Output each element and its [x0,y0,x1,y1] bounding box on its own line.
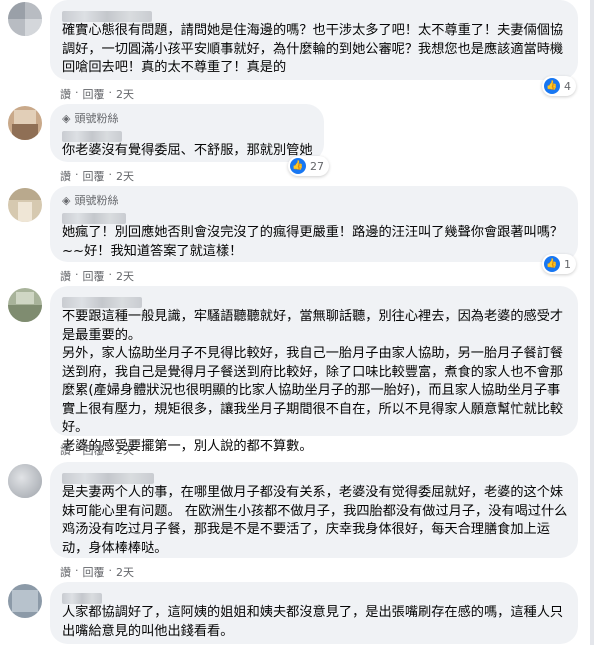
comment-bubble: ◈ 頭號粉絲 她瘋了！別回應她否則會沒完沒了的瘋得更嚴重！路邊的汪汪叫了幾聲你會… [50,186,578,262]
diamond-icon: ◈ [62,193,71,207]
timestamp[interactable]: 2天 [116,442,134,458]
separator: · [108,268,113,281]
timestamp[interactable]: 2天 [116,86,134,102]
reply-link[interactable]: 回覆 [83,268,105,284]
reply-link[interactable]: 回覆 [83,564,105,580]
like-link[interactable]: 讚 [60,168,71,184]
separator: · [108,442,113,455]
separator: · [75,564,79,577]
separator: · [75,168,79,181]
avatar[interactable] [8,2,42,36]
comment-text: 你老婆沒有覺得委屈、不舒服，那就別管她 [62,143,313,158]
commenter-name[interactable] [62,6,566,22]
commenter-name[interactable] [62,292,566,308]
top-fan-badge: ◈ 頭號粉絲 [62,193,119,208]
avatar[interactable] [8,188,42,222]
scrollbar-track[interactable] [590,0,594,645]
like-link[interactable]: 讚 [60,442,71,458]
separator: · [108,86,113,99]
comment-actions: 讚 · 回覆 · 2天 [60,564,134,580]
avatar[interactable] [8,288,42,322]
reply-link[interactable]: 回覆 [83,86,105,102]
comment-text: 人家都協調好了，這阿姨的姐姐和姨夫都沒意見了，是出張嘴刷存在感的嗎，這種人只出嘴… [62,605,564,639]
like-link[interactable]: 讚 [60,268,71,284]
timestamp[interactable]: 2天 [116,268,134,284]
commenter-name[interactable] [62,126,312,142]
separator: · [75,442,79,455]
comment-text: 是夫妻两个人的事，在哪里做月子都没有关系，老婆没有觉得委屈就好，老婆的这个妹妹可… [62,485,568,556]
reply-link[interactable]: 回覆 [83,168,105,184]
comment-text: 確實心態很有問題，請問她是住海邊的嗎？也干涉太多了吧！太不尊重了！夫妻倆個協調好… [62,23,564,75]
comment-actions: 讚 · 回覆 · 2天 [60,86,134,102]
comment-actions: 讚 · 回覆 · 2天 [60,268,134,284]
commenter-name[interactable] [62,208,566,224]
avatar[interactable] [8,106,42,140]
reaction-count[interactable]: 👍 4 [542,76,576,96]
comment-bubble: 不要跟這種一般見識，牢騷語聽聽就好，當無聊話聽，別往心裡去，因為老婆的感受才是最… [50,286,578,454]
comment-bubble: 人家都協調好了，這阿姨的姐姐和姨夫都沒意見了，是出張嘴刷存在感的嗎，這種人只出嘴… [50,582,578,644]
commenter-name[interactable] [62,468,566,484]
comment-actions: 讚 · 回覆 · 2天 [60,442,134,458]
separator: · [75,268,79,281]
separator: · [75,86,79,99]
timestamp[interactable]: 2天 [116,564,134,580]
comment-actions: 讚 · 回覆 · 2天 [60,168,134,184]
comment-bubble: ◈ 頭號粉絲 你老婆沒有覺得委屈、不舒服，那就別管她 [50,104,324,162]
reaction-count[interactable]: 👍 27 [288,156,329,176]
thumbs-up-icon: 👍 [544,78,560,94]
avatar[interactable] [8,464,42,498]
separator: · [108,168,113,181]
thumbs-up-icon: 👍 [544,256,560,272]
comment-bubble: 確實心態很有問題，請問她是住海邊的嗎？也干涉太多了吧！太不尊重了！夫妻倆個協調好… [50,0,578,80]
avatar[interactable] [8,584,42,618]
comment-text: 她瘋了！別回應她否則會沒完沒了的瘋得更嚴重！路邊的汪汪叫了幾聲你會跟著叫嗎？~~… [62,225,564,259]
top-fan-badge: ◈ 頭號粉絲 [62,111,119,126]
like-link[interactable]: 讚 [60,86,71,102]
timestamp[interactable]: 2天 [116,168,134,184]
diamond-icon: ◈ [62,111,71,125]
separator: · [108,564,113,577]
comment-text: 不要跟這種一般見識，牢騷語聽聽就好，當無聊話聽，別往心裡去，因為老婆的感受才是最… [62,309,564,454]
comment-bubble: 是夫妻两个人的事，在哪里做月子都没有关系，老婆没有觉得委屈就好，老婆的这个妹妹可… [50,462,578,558]
like-link[interactable]: 讚 [60,564,71,580]
commenter-name[interactable] [62,588,566,604]
thumbs-up-icon: 👍 [290,158,306,174]
reply-link[interactable]: 回覆 [83,442,105,458]
reaction-count[interactable]: 👍 1 [542,254,576,274]
